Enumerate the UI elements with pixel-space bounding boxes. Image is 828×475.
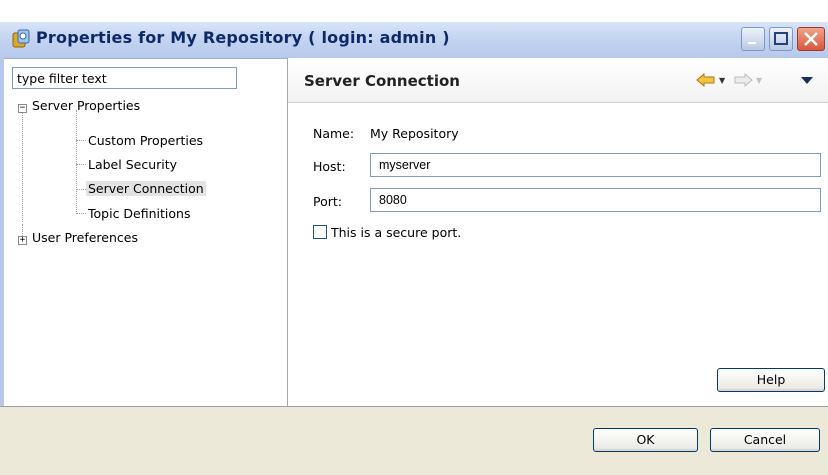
forward-dropdown-icon[interactable]: ▼ (756, 76, 762, 85)
host-label: Host: (313, 159, 346, 174)
close-button[interactable] (797, 27, 825, 51)
forward-arrow-icon (734, 73, 753, 87)
tree-item-label: Topic Definitions (88, 206, 191, 221)
tree-item-label: Server Connection (86, 181, 206, 196)
tree-item-server-connection[interactable]: Server Connection (86, 181, 206, 196)
view-menu-button[interactable] (801, 69, 813, 91)
tree-connector (76, 164, 86, 165)
minimize-button[interactable] (741, 27, 765, 51)
tree-item-label-security[interactable]: Label Security (88, 157, 177, 172)
expand-toggle-icon[interactable]: + (18, 236, 27, 245)
view-menu-icon (801, 77, 813, 84)
tree-connector (76, 189, 86, 190)
secure-port-label[interactable]: This is a secure port. (331, 225, 461, 240)
cancel-button[interactable]: Cancel (710, 428, 820, 452)
tree-item-label: Server Properties (32, 98, 141, 113)
help-button[interactable]: Help (717, 368, 825, 392)
name-label: Name: (313, 126, 355, 141)
back-arrow-icon (696, 73, 715, 87)
page-title: Server Connection (304, 72, 460, 90)
sash-divider[interactable] (287, 58, 288, 406)
secure-port-checkbox[interactable] (313, 225, 327, 239)
host-input[interactable] (370, 153, 821, 177)
name-value: My Repository (370, 126, 459, 141)
back-dropdown-icon[interactable]: ▼ (719, 76, 725, 85)
maximize-button[interactable] (769, 27, 793, 51)
tree-connector (76, 213, 86, 214)
maximize-icon (774, 32, 788, 45)
tree-connector (76, 110, 77, 214)
tree-item-label: Label Security (88, 157, 178, 172)
dialog-button-bar: OK Cancel (0, 406, 828, 475)
port-input[interactable] (370, 188, 821, 212)
ok-button[interactable]: OK (593, 428, 698, 452)
window-titlebar[interactable]: Properties for My Repository ( login: ad… (0, 22, 828, 59)
page-header: Server Connection ▼ ▼ (288, 58, 828, 103)
tree-item-label: Custom Properties (88, 133, 204, 148)
tree-item-custom-properties[interactable]: Custom Properties (88, 133, 203, 148)
tree-item-topic-definitions[interactable]: Topic Definitions (88, 206, 190, 221)
collapse-toggle-icon[interactable]: − (18, 104, 27, 113)
back-button[interactable]: ▼ (696, 69, 725, 91)
port-label: Port: (313, 194, 342, 209)
tree-item-user-preferences[interactable]: User Preferences (32, 230, 138, 245)
tree-item-server-properties[interactable]: Server Properties (32, 98, 140, 113)
tree-item-label: User Preferences (32, 230, 138, 245)
filter-input[interactable] (12, 67, 237, 89)
tree-connector (76, 140, 86, 141)
tree-connector (22, 110, 23, 222)
properties-app-icon (10, 28, 32, 50)
forward-button[interactable]: ▼ (733, 69, 762, 91)
window-title: Properties for My Repository ( login: ad… (36, 28, 450, 47)
close-icon (804, 32, 818, 46)
minimize-icon (748, 42, 756, 44)
